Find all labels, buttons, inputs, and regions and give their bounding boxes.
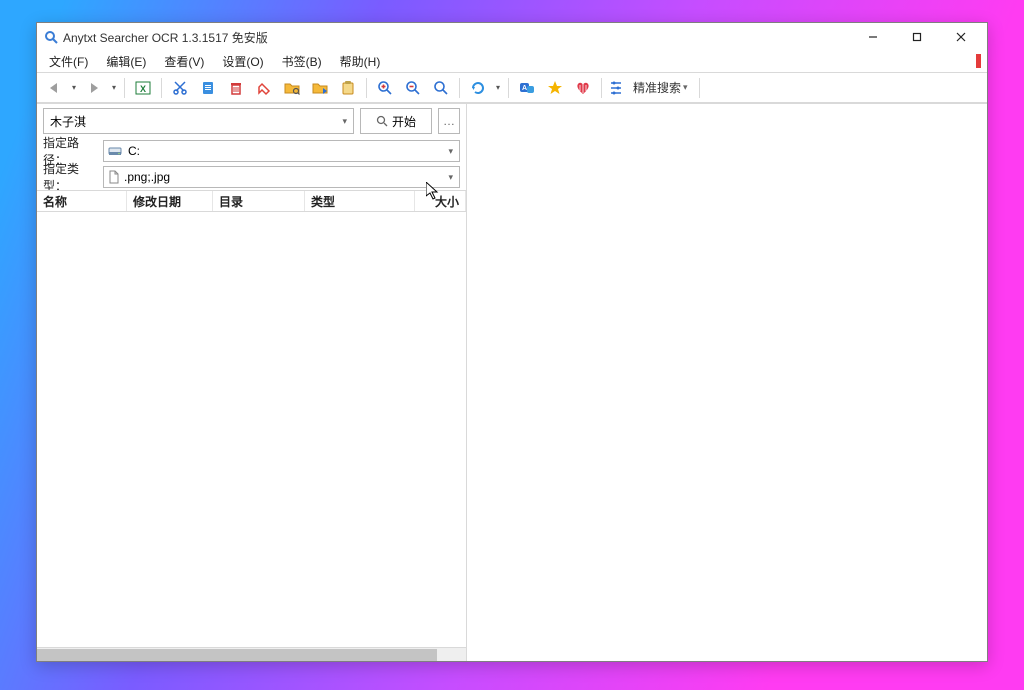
donate-button[interactable]	[570, 75, 596, 101]
separator	[508, 78, 509, 98]
type-label: 指定类型：	[43, 160, 99, 194]
menu-settings[interactable]: 设置(O)	[216, 51, 269, 72]
results-header: 名称 修改日期 目录 类型 大小	[37, 190, 466, 212]
separator	[459, 78, 460, 98]
type-input[interactable]: .png;.jpg ▾	[103, 166, 460, 188]
drive-icon	[108, 144, 124, 158]
search-input[interactable]: 木子淇 ▾	[43, 108, 354, 134]
search-controls: 木子淇 ▾ 开始 … 指定路径： C: ▾	[37, 104, 466, 190]
preview-pane	[467, 104, 987, 661]
app-window: Anytxt Searcher OCR 1.3.1517 免安版 文件(F) 编…	[36, 22, 988, 662]
minimize-button[interactable]	[851, 23, 895, 51]
separator	[366, 78, 367, 98]
filter-settings-icon[interactable]	[607, 75, 625, 101]
col-size[interactable]: 大小	[415, 191, 466, 211]
menubar: 文件(F) 编辑(E) 查看(V) 设置(O) 书签(B) 帮助(H)	[37, 51, 987, 73]
refresh-button[interactable]	[465, 75, 491, 101]
maximize-button[interactable]	[895, 23, 939, 51]
menu-edit[interactable]: 编辑(E)	[100, 51, 152, 72]
magnifier-icon	[43, 29, 59, 45]
magnifier-icon	[376, 115, 388, 127]
type-row: 指定类型： .png;.jpg ▾	[37, 164, 466, 190]
more-button[interactable]: …	[438, 108, 460, 134]
notification-icon[interactable]	[976, 54, 981, 68]
precise-search-dropdown[interactable]: 精准搜索 ▾	[627, 76, 694, 100]
menu-bookmark[interactable]: 书签(B)	[276, 51, 328, 72]
separator	[161, 78, 162, 98]
type-value: .png;.jpg	[124, 170, 170, 184]
chevron-down-icon[interactable]: ▾	[493, 75, 503, 101]
chevron-down-icon: ▾	[683, 82, 688, 93]
menu-help[interactable]: 帮助(H)	[334, 51, 387, 72]
col-dir[interactable]: 目录	[213, 191, 305, 211]
back-button[interactable]	[41, 75, 67, 101]
close-button[interactable]	[939, 23, 983, 51]
path-value: C:	[128, 144, 140, 158]
toolbar: ▾ ▾ X	[37, 73, 987, 103]
copy-button[interactable]	[195, 75, 221, 101]
open-folder-button[interactable]	[279, 75, 305, 101]
svg-text:A: A	[522, 85, 527, 92]
separator	[699, 78, 700, 98]
chevron-down-icon[interactable]: ▾	[109, 75, 119, 101]
more-label: …	[443, 114, 455, 128]
titlebar: Anytxt Searcher OCR 1.3.1517 免安版	[37, 23, 987, 51]
precise-search-label: 精准搜索	[633, 79, 681, 96]
window-title: Anytxt Searcher OCR 1.3.1517 免安版	[63, 29, 851, 46]
hscrollbar[interactable]	[37, 647, 466, 661]
forward-button[interactable]	[81, 75, 107, 101]
translate-button[interactable]: A	[514, 75, 540, 101]
chevron-down-icon[interactable]: ▾	[448, 146, 453, 157]
favorite-button[interactable]	[542, 75, 568, 101]
highlight-button[interactable]	[251, 75, 277, 101]
file-icon	[108, 170, 120, 184]
search-value: 木子淇	[50, 113, 86, 130]
chevron-down-icon[interactable]: ▾	[342, 116, 347, 127]
locate-file-button[interactable]	[307, 75, 333, 101]
separator	[124, 78, 125, 98]
delete-button[interactable]	[223, 75, 249, 101]
cut-button[interactable]	[167, 75, 193, 101]
results-list	[37, 212, 466, 647]
zoom-reset-button[interactable]	[428, 75, 454, 101]
chevron-down-icon[interactable]: ▾	[448, 172, 453, 183]
chevron-down-icon[interactable]: ▾	[69, 75, 79, 101]
menu-view[interactable]: 查看(V)	[158, 51, 210, 72]
left-pane: 木子淇 ▾ 开始 … 指定路径： C: ▾	[37, 104, 467, 661]
start-label: 开始	[392, 113, 416, 130]
search-row: 木子淇 ▾ 开始 …	[37, 104, 466, 138]
start-button[interactable]: 开始	[360, 108, 432, 134]
col-type[interactable]: 类型	[305, 191, 415, 211]
path-input[interactable]: C: ▾	[103, 140, 460, 162]
clipboard-button[interactable]	[335, 75, 361, 101]
separator	[601, 78, 602, 98]
col-date[interactable]: 修改日期	[127, 191, 213, 211]
col-name[interactable]: 名称	[37, 191, 127, 211]
hscrollbar-thumb[interactable]	[37, 649, 437, 661]
path-row: 指定路径： C: ▾	[37, 138, 466, 164]
zoom-in-button[interactable]	[372, 75, 398, 101]
content-area: 木子淇 ▾ 开始 … 指定路径： C: ▾	[37, 103, 987, 661]
svg-text:X: X	[140, 84, 146, 94]
zoom-out-button[interactable]	[400, 75, 426, 101]
menu-file[interactable]: 文件(F)	[43, 51, 94, 72]
export-excel-button[interactable]: X	[130, 75, 156, 101]
